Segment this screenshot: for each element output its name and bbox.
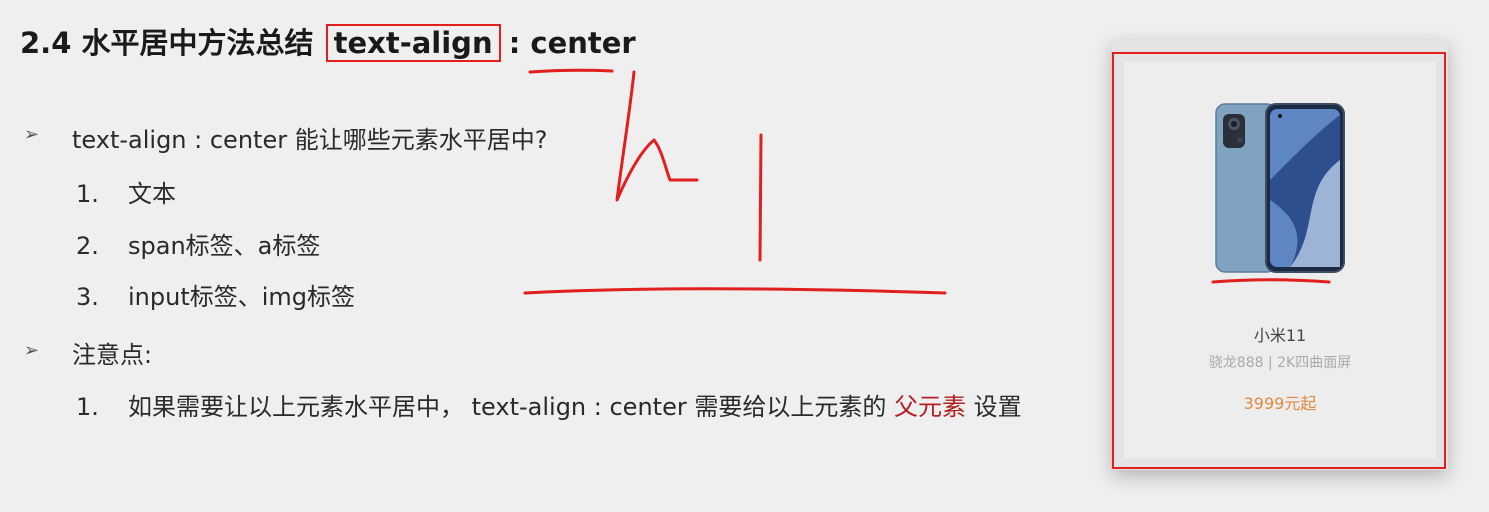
vertical-stroke [758, 133, 763, 262]
handwritten-annotations [523, 68, 1331, 295]
image-underline-stroke [1211, 278, 1331, 284]
underline-stroke [528, 68, 614, 74]
scribble-stroke [615, 70, 699, 202]
baseline-stroke [523, 287, 947, 295]
